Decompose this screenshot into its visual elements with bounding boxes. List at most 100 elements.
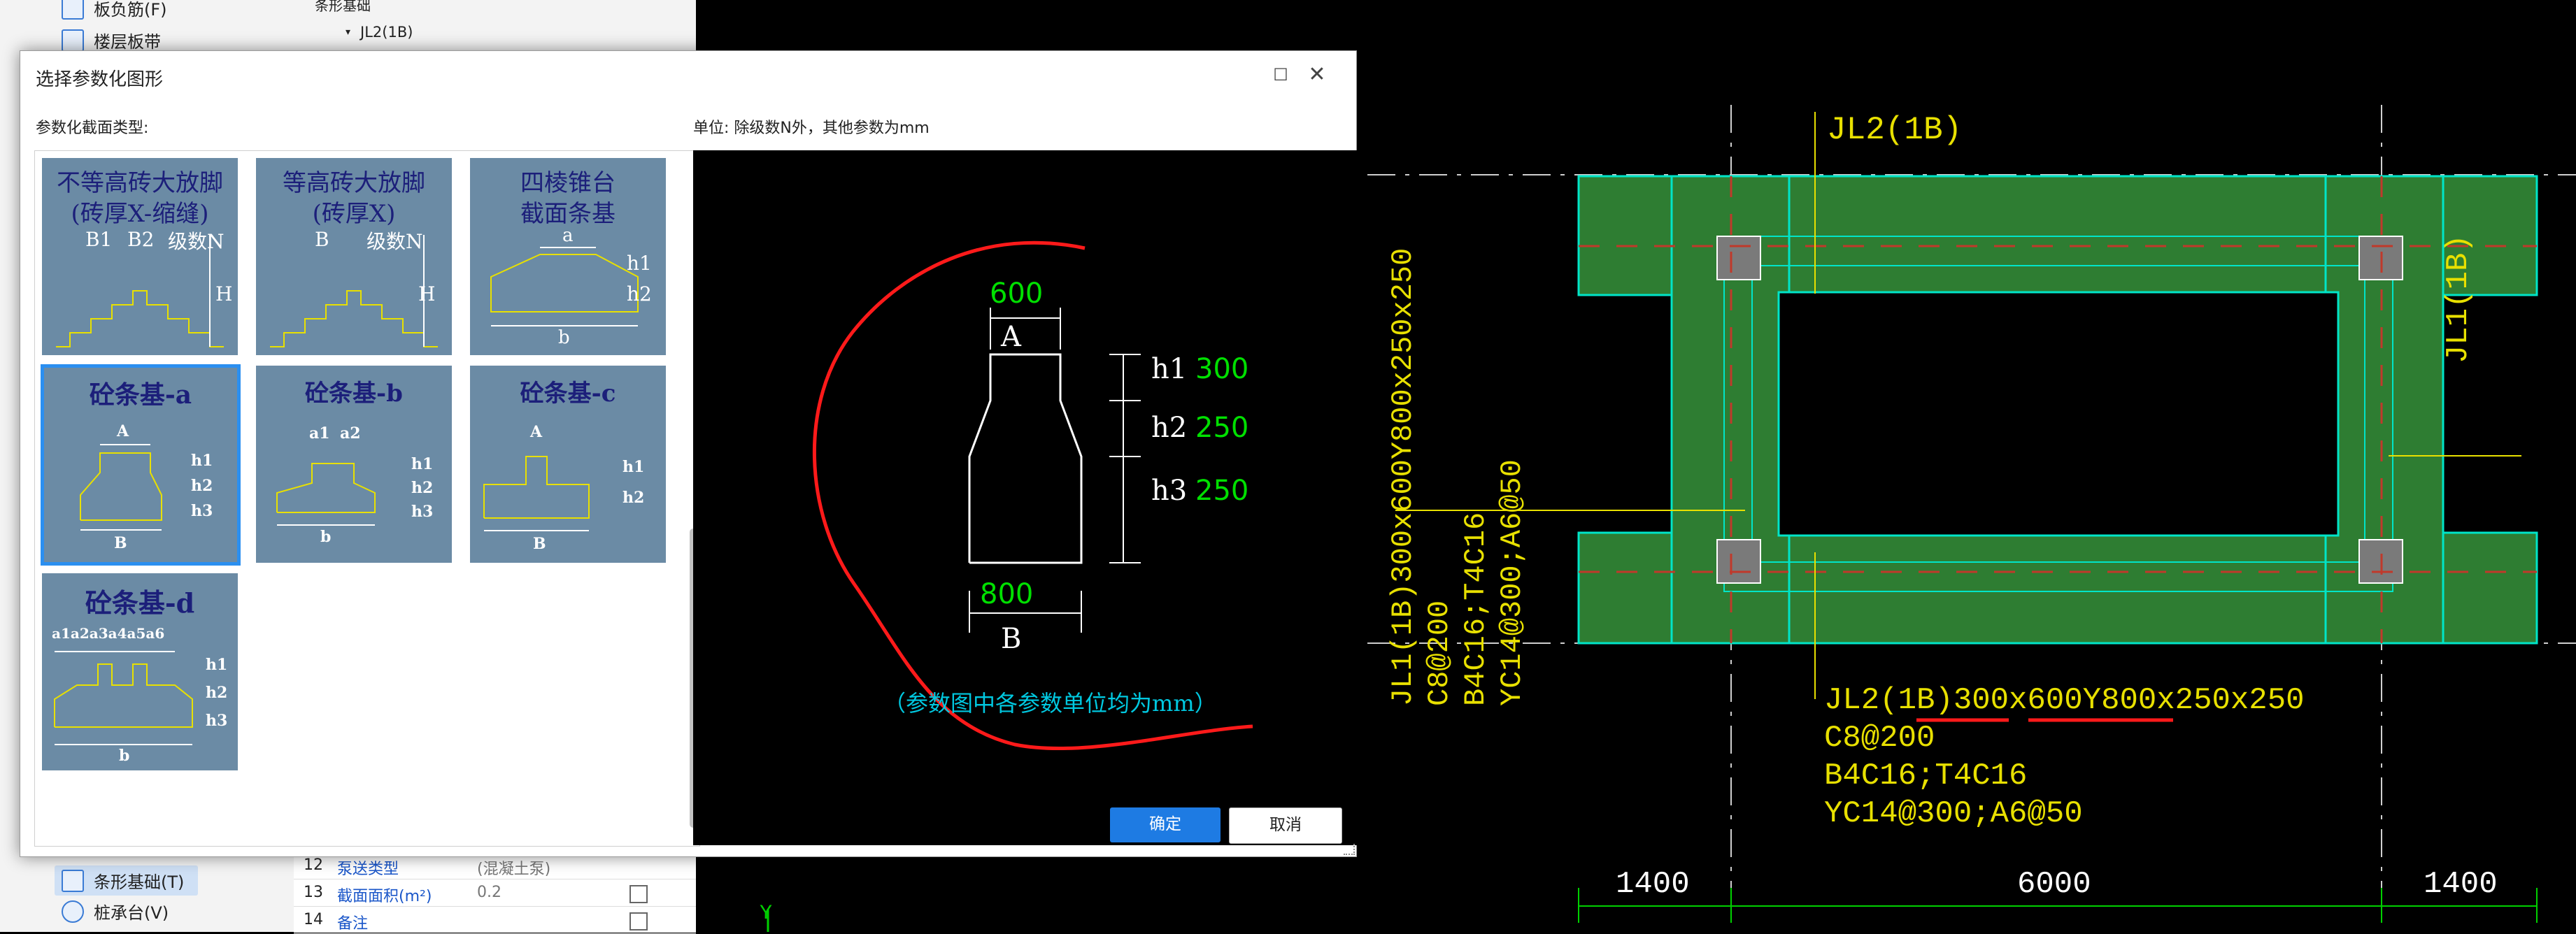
cad-text-line: C8@200 (1824, 721, 1935, 756)
param-h3-label: h3 (1151, 475, 1188, 507)
tile-param-label: h1 (191, 452, 213, 470)
shape-tile-concrete-b[interactable]: 砼条基-b a1 a2 h1 h2 h3 b (255, 364, 453, 564)
tile-param-label: b (119, 747, 130, 765)
tile-param-label: h1 (411, 455, 434, 473)
shape-tile-unequal-brick[interactable]: 不等高砖大放脚 (砖厚X-缩缝) B1 B2 级数N H (41, 157, 239, 357)
param-h2-value: 250 (1195, 412, 1249, 444)
slab-icon (62, 0, 84, 20)
param-h1-label: h1 (1151, 353, 1188, 385)
table-row[interactable]: 14 备注 (294, 907, 696, 934)
row-number: 14 (304, 911, 323, 928)
tile-param-label: B (114, 534, 127, 552)
tree-header-strip-foundation[interactable]: 条形基础 (315, 0, 371, 15)
expand-arrow-icon: ▾ (346, 27, 351, 38)
cad-text-line: C8@200 (1423, 600, 1456, 706)
tile-param-label: A (117, 422, 129, 440)
cad-text-line: B4C16;T4C16 (1459, 512, 1493, 706)
cad-text-line: JL2(1B)300x600Y800x250x250 (1824, 683, 2305, 718)
prop-value[interactable]: (混凝土泵) (477, 856, 550, 879)
cad-label-jl2-top[interactable]: JL2(1B) (1827, 112, 1962, 148)
tile-param-label: h3 (206, 712, 228, 730)
dialog-title: 选择参数化图形 (36, 69, 164, 90)
tile-param-label: h2 (411, 479, 434, 497)
close-icon[interactable]: ✕ (1303, 61, 1331, 89)
tree-item-floor-band[interactable]: 楼层板带 (62, 28, 161, 52)
tree-header-label: 条形基础 (315, 0, 371, 14)
param-b-value: 800 (980, 578, 1034, 610)
tree-item-slab-neg-rebar[interactable]: 板负筋(F) (62, 0, 167, 20)
maximize-icon[interactable]: ☐ (1267, 61, 1295, 89)
tile-param-label: H (215, 282, 233, 306)
tile-param-label: h2 (206, 684, 228, 702)
param-b-label: B (1001, 623, 1022, 655)
tile-param-label: h1 (206, 656, 228, 674)
tile-param-label: h3 (411, 503, 434, 521)
prop-value[interactable]: 0.2 (477, 884, 501, 901)
shape-tile-equal-brick[interactable]: 等高砖大放脚 (砖厚X) B 级数N H (255, 157, 453, 357)
shape-tile-concrete-a[interactable]: 砼条基-a A h1 h2 h3 B (41, 364, 241, 566)
beam-frame[interactable] (1577, 175, 2538, 645)
attach-checkbox[interactable] (629, 912, 648, 931)
unequal-brick-diagram (56, 235, 224, 347)
prop-name: 截面面积(m²) (337, 888, 432, 905)
tile-param-label: B1 (85, 228, 113, 251)
cad-text-line: JL1(1B)300x600Y800x250x250 (1386, 247, 1420, 706)
tile-param-label: h1 (627, 252, 652, 275)
dimension-text: 1400 (2424, 867, 2498, 902)
tile-param-label: h2 (622, 489, 645, 507)
param-a-label: A (1001, 321, 1021, 353)
prop-name: 泵送类型 (337, 861, 399, 878)
tile-param-label: h1 (622, 458, 645, 476)
attach-checkbox[interactable] (629, 885, 648, 903)
tree-item-pile-cap[interactable]: 桩承台(V) (62, 899, 169, 924)
tile-param-label: 级数N (367, 230, 423, 253)
y-axis-label: Y (760, 902, 773, 926)
tree-item-jl2[interactable]: ▾ JL2(1B) (346, 24, 413, 41)
param-h2-label: h2 (1151, 412, 1188, 444)
shape-tile-concrete-d[interactable]: 砼条基-d a1a2a3a4a5a6 h1 h2 h3 b (41, 572, 239, 772)
tile-param-label: h2 (191, 477, 213, 495)
cad-label-jl2-bottom[interactable]: JL2(1B)300x600Y800x250x250 C8@200 B4C16;… (1824, 682, 2305, 833)
tile-param-label: b (558, 327, 570, 348)
tile-param-label: B (315, 228, 329, 251)
param-h3-value: 250 (1195, 475, 1249, 507)
param-a-value: 600 (990, 278, 1044, 310)
cad-text-line: YC14@300;A6@50 (1495, 459, 1529, 706)
tree-item-label: 板负筋(F) (94, 0, 167, 20)
tree-item-strip-foundation[interactable]: 条形基础(T) (55, 865, 199, 896)
tile-param-label: a2 (340, 424, 361, 443)
tree-item-label: 桩承台(V) (94, 903, 169, 923)
equal-brick-diagram (270, 235, 438, 347)
select-parametric-shape-dialog[interactable]: 选择参数化图形 ☐ ✕ 参数化截面类型: 单位: 除级数N外，其他参数为mm 不… (20, 50, 1362, 857)
dimension-text: 6000 (2017, 867, 2091, 902)
tile-param-label: h2 (627, 282, 652, 306)
property-table: 12 泵送类型 (混凝土泵) 13 截面面积(m²) 0.2 14 备注 (294, 852, 696, 934)
preview-diagram (812, 240, 1253, 751)
row-number: 12 (304, 856, 323, 874)
tile-param-label: 级数N (168, 230, 225, 253)
grid-icon (62, 29, 84, 52)
shape-tile-pyramid[interactable]: 四棱锥台 截面条基 a h1 h2 b (469, 157, 667, 357)
dimension-text: 1400 (1616, 867, 1690, 902)
tree-item-label: 条形基础(T) (94, 872, 185, 892)
tile-param-label: a1a2a3a4a5a6 (52, 625, 165, 642)
section-type-label: 参数化截面类型: (36, 120, 149, 137)
preview-unit-note: （参数图中各参数单位均为mm） (883, 690, 1217, 717)
prop-name: 备注 (337, 915, 369, 933)
cad-label-jl1-right[interactable]: JL1(1B) (2441, 234, 2476, 364)
ok-button[interactable]: 确定 (1110, 807, 1221, 842)
cad-text-line: YC14@300;A6@50 (1824, 796, 2083, 831)
tile-param-label: H (418, 282, 436, 306)
cancel-button[interactable]: 取消 (1229, 807, 1342, 844)
table-row[interactable]: 13 截面面积(m²) 0.2 (294, 879, 696, 907)
row-number: 13 (304, 884, 323, 901)
cad-label-jl1-left[interactable]: JL1(1B)300x600Y800x250x250 C8@200 B4C16;… (1385, 248, 1530, 706)
tile-param-label: A (530, 423, 543, 441)
tree-item-label: 楼层板带 (94, 32, 161, 52)
resize-grip[interactable] (1344, 844, 1355, 855)
shape-tile-concrete-c[interactable]: 砼条基-c A h1 h2 B (469, 364, 667, 564)
tile-param-label: b (320, 528, 332, 546)
tile-param-label: B2 (127, 228, 155, 251)
tile-param-label: h3 (191, 502, 213, 520)
tile-param-label: a1 (309, 424, 330, 443)
